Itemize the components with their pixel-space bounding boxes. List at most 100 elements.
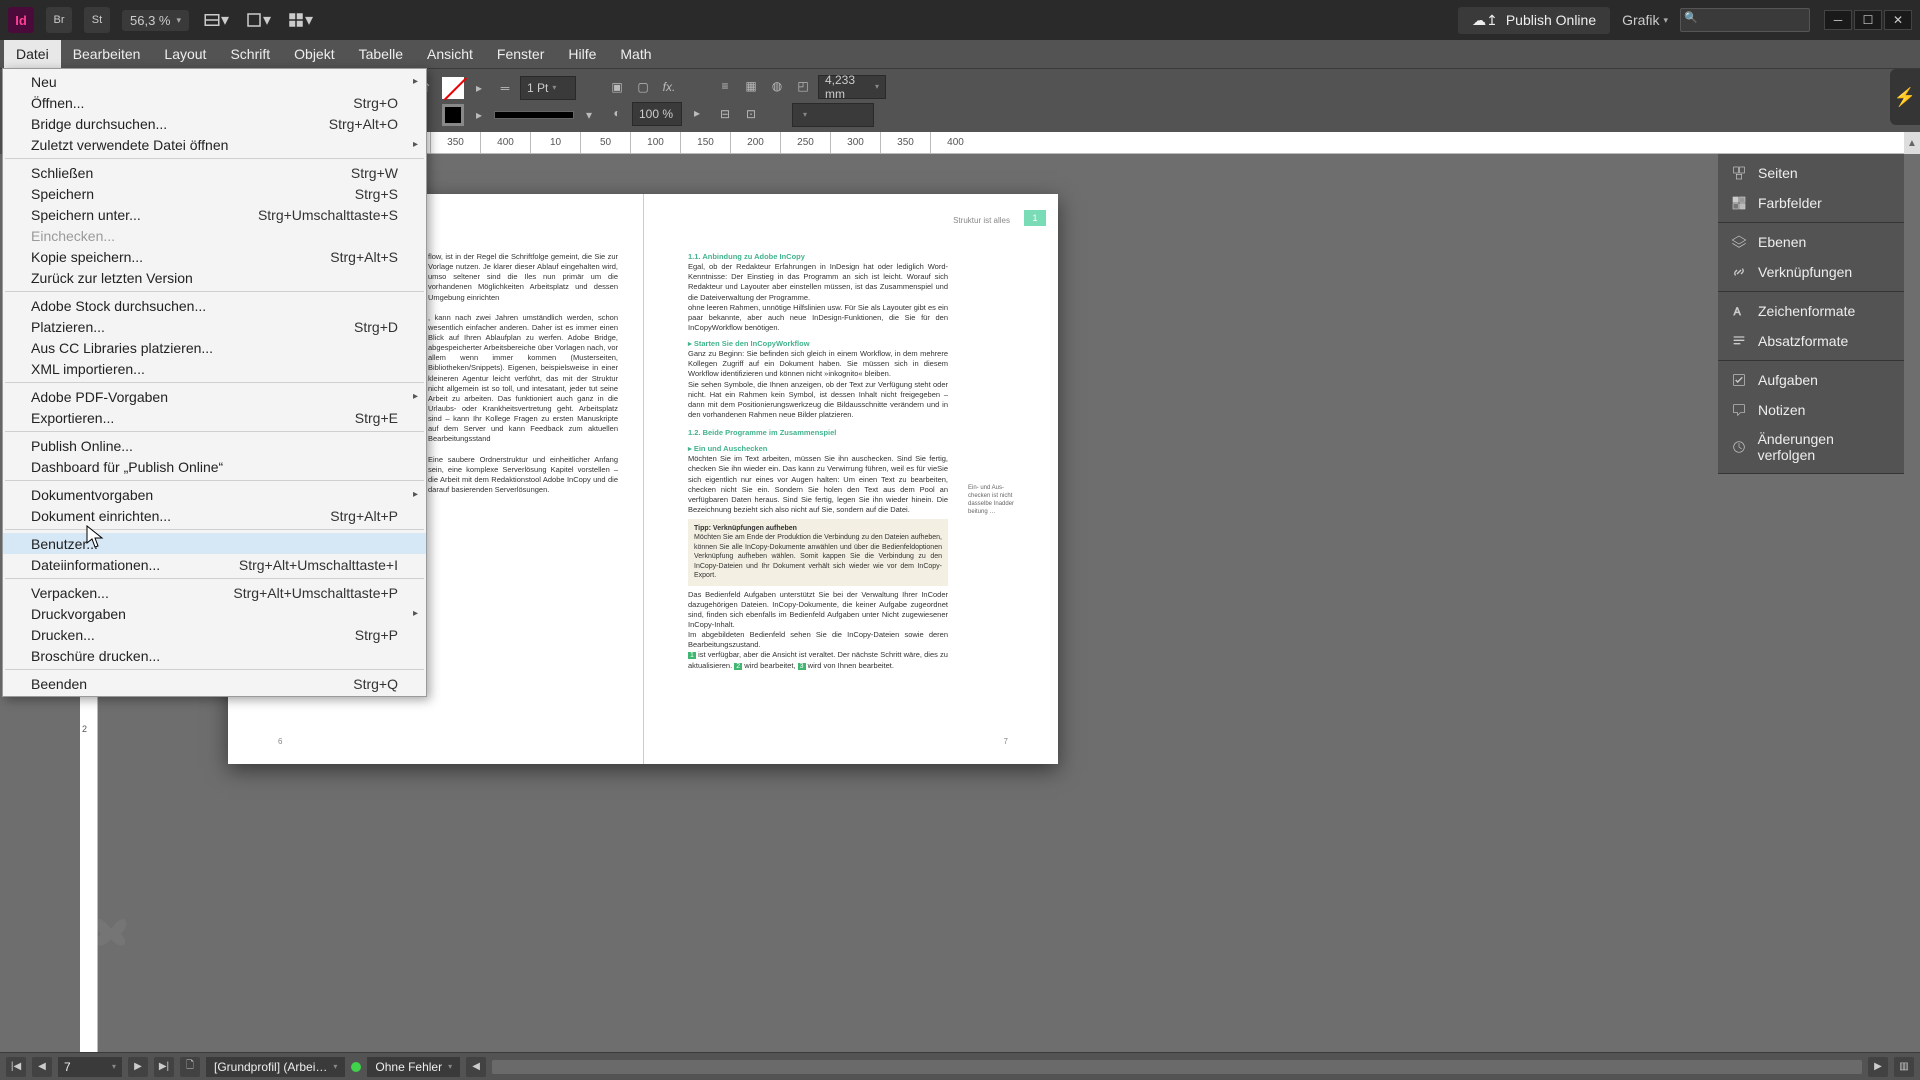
- maximize-button[interactable]: ☐: [1854, 10, 1882, 30]
- stroke-weight-field[interactable]: 1 Pt: [520, 76, 576, 100]
- menu-item-aus-cc-libraries-platzieren[interactable]: Aus CC Libraries platzieren...: [3, 337, 426, 358]
- stroke-swatch-icon[interactable]: [442, 104, 464, 126]
- menu-item-bridge-durchsuchen[interactable]: Bridge durchsuchen...Strg+Alt+O: [3, 113, 426, 134]
- preflight-status-combo[interactable]: Ohne Fehler: [367, 1057, 460, 1077]
- menu-item-shortcut: Strg+W: [331, 165, 398, 181]
- menu-datei[interactable]: Datei: [4, 40, 61, 68]
- menu-item-dashboard-f-r-publish-online[interactable]: Dashboard für „Publish Online“: [3, 456, 426, 477]
- corner-shape-combo[interactable]: [792, 103, 874, 127]
- menu-item-platzieren[interactable]: Platzieren...Strg+D: [3, 316, 426, 337]
- menu-item-dokument-einrichten[interactable]: Dokument einrichten...Strg+Alt+P: [3, 505, 426, 526]
- panel--nderungen-verfolgen[interactable]: Änderungen verfolgen: [1718, 425, 1904, 469]
- menu-item-verpacken[interactable]: Verpacken...Strg+Alt+Umschalttaste+P: [3, 582, 426, 603]
- menu-item-neu[interactable]: Neu: [3, 71, 426, 92]
- zoom-level-combo[interactable]: 56,3 %: [122, 10, 189, 31]
- bridge-icon[interactable]: Br: [46, 7, 72, 33]
- panel-ebenen[interactable]: Ebenen: [1718, 227, 1904, 257]
- menu-bearbeiten[interactable]: Bearbeiten: [61, 40, 153, 68]
- fill-dropdown-icon[interactable]: ▸: [468, 77, 490, 99]
- menu-item-xml-importieren[interactable]: XML importieren...: [3, 358, 426, 379]
- menu-item-shortcut: Strg+Alt+Umschalttaste+I: [219, 557, 398, 573]
- split-view-icon[interactable]: ▥: [1894, 1057, 1914, 1077]
- menu-item-dokumentvorgaben[interactable]: Dokumentvorgaben: [3, 484, 426, 505]
- menu-ansicht[interactable]: Ansicht: [415, 40, 485, 68]
- menu-item-drucken[interactable]: Drucken...Strg+P: [3, 624, 426, 645]
- text-wrap-bound-icon[interactable]: ▦: [740, 75, 762, 97]
- open-doc-icon[interactable]: 🗋: [180, 1057, 200, 1077]
- panel-verkn-pfungen[interactable]: Verknüpfungen: [1718, 257, 1904, 287]
- menu-item-schlie-en[interactable]: SchließenStrg+W: [3, 162, 426, 183]
- panel-farbfelder[interactable]: Farbfelder: [1718, 188, 1904, 218]
- panel-zeichenformate[interactable]: AZeichenformate: [1718, 296, 1904, 326]
- menu-item-zur-ck-zur-letzten-version[interactable]: Zurück zur letzten Version: [3, 267, 426, 288]
- last-page-button[interactable]: ▶|: [154, 1057, 174, 1077]
- stroke-dropdown-icon[interactable]: ▸: [468, 104, 490, 126]
- first-page-button[interactable]: |◀: [6, 1057, 26, 1077]
- stock-icon[interactable]: St: [84, 7, 110, 33]
- panel-aufgaben[interactable]: Aufgaben: [1718, 365, 1904, 395]
- menu-item-beenden[interactable]: BeendenStrg+Q: [3, 673, 426, 694]
- corner-icon[interactable]: ◰: [792, 75, 814, 97]
- menu-layout[interactable]: Layout: [152, 40, 218, 68]
- para-4: Das Bedienfeld Aufgaben unterstützt Sie …: [688, 590, 948, 651]
- publish-online-button[interactable]: ☁︎↥ Publish Online: [1458, 7, 1610, 34]
- workspace-combo[interactable]: Grafik: [1622, 12, 1668, 28]
- close-button[interactable]: ✕: [1884, 10, 1912, 30]
- menu-item-kopie-speichern[interactable]: Kopie speichern...Strg+Alt+S: [3, 246, 426, 267]
- menu-hilfe[interactable]: Hilfe: [556, 40, 608, 68]
- menu-item-zuletzt-verwendete-datei-ffnen[interactable]: Zuletzt verwendete Datei öffnen: [3, 134, 426, 155]
- corner-radius-field[interactable]: 4,233 mm: [818, 75, 886, 99]
- page-number-field[interactable]: 7: [58, 1057, 122, 1077]
- menu-item-benutzer[interactable]: Benutzer...: [3, 533, 426, 554]
- menu-item-ffnen[interactable]: Öffnen...Strg+O: [3, 92, 426, 113]
- preflight-profile-combo[interactable]: [Grundprofil] (Arbei…: [206, 1057, 345, 1077]
- quick-apply-icon[interactable]: ⚡: [1890, 69, 1920, 125]
- menu-item-dateiinformationen[interactable]: Dateiinformationen...Strg+Alt+Umschaltta…: [3, 554, 426, 575]
- heading-start: ▸ Starten Sie den InCopyWorkflow: [688, 339, 948, 349]
- frame-fit-icon[interactable]: ▢: [632, 76, 654, 98]
- menu-item-adobe-pdf-vorgaben[interactable]: Adobe PDF-Vorgaben: [3, 386, 426, 407]
- menu-objekt[interactable]: Objekt: [282, 40, 346, 68]
- menu-item-brosch-re-drucken[interactable]: Broschüre drucken...: [3, 645, 426, 666]
- horizontal-scrollbar[interactable]: [492, 1060, 1862, 1074]
- running-header: Struktur ist alles: [953, 216, 1010, 225]
- opacity-field[interactable]: 100 %: [632, 102, 682, 126]
- stroke-style-combo[interactable]: [494, 111, 574, 119]
- menu-item-speichern[interactable]: SpeichernStrg+S: [3, 183, 426, 204]
- menu-item-adobe-stock-durchsuchen[interactable]: Adobe Stock durchsuchen...: [3, 295, 426, 316]
- panel-absatzformate[interactable]: Absatzformate: [1718, 326, 1904, 356]
- para-4-badges: 1 ist verfügbar, aber die Ansicht ist ve…: [688, 650, 948, 671]
- menu-item-publish-online[interactable]: Publish Online...: [3, 435, 426, 456]
- hscroll-left-button[interactable]: ◀: [466, 1057, 486, 1077]
- menu-math[interactable]: Math: [608, 40, 663, 68]
- menu-tabelle[interactable]: Tabelle: [347, 40, 415, 68]
- menu-item-exportieren[interactable]: Exportieren...Strg+E: [3, 407, 426, 428]
- menu-separator: [5, 382, 424, 383]
- menu-schrift[interactable]: Schrift: [218, 40, 282, 68]
- scroll-up-button[interactable]: ▲: [1904, 132, 1920, 154]
- text-wrap-jump-icon[interactable]: ⊟: [714, 103, 736, 125]
- text-wrap-object-icon[interactable]: ◍: [766, 75, 788, 97]
- help-search-input[interactable]: [1680, 8, 1810, 32]
- next-page-button[interactable]: ▶: [128, 1057, 148, 1077]
- badge-3-icon: 3: [798, 663, 806, 670]
- arrange-docs-icon[interactable]: ▾: [285, 7, 315, 33]
- panel-notizen[interactable]: Notizen: [1718, 395, 1904, 425]
- text-wrap-next-icon[interactable]: ⊡: [740, 103, 762, 125]
- fill-swatch-icon[interactable]: [442, 77, 464, 99]
- panel-label: Notizen: [1758, 402, 1805, 418]
- menu-fenster[interactable]: Fenster: [485, 40, 556, 68]
- menu-item-druckvorgaben[interactable]: Druckvorgaben: [3, 603, 426, 624]
- minimize-button[interactable]: ─: [1824, 10, 1852, 30]
- fx-icon[interactable]: fx.: [658, 76, 680, 98]
- prev-page-button[interactable]: ◀: [32, 1057, 52, 1077]
- panel-seiten[interactable]: Seiten: [1718, 158, 1904, 188]
- text-wrap-none-icon[interactable]: ≡: [714, 75, 736, 97]
- view-options-icon[interactable]: ▾: [201, 7, 231, 33]
- screen-mode-icon[interactable]: ▾: [243, 7, 273, 33]
- page-left-text: flow, ist in der Regel die Schriftfolge …: [428, 252, 618, 495]
- heading-1-2: 1.2. Beide Programme im Zusammenspiel: [688, 428, 948, 438]
- autofit-icon[interactable]: ▣: [606, 76, 628, 98]
- hscroll-right-button[interactable]: ▶: [1868, 1057, 1888, 1077]
- menu-item-speichern-unter[interactable]: Speichern unter...Strg+Umschalttaste+S: [3, 204, 426, 225]
